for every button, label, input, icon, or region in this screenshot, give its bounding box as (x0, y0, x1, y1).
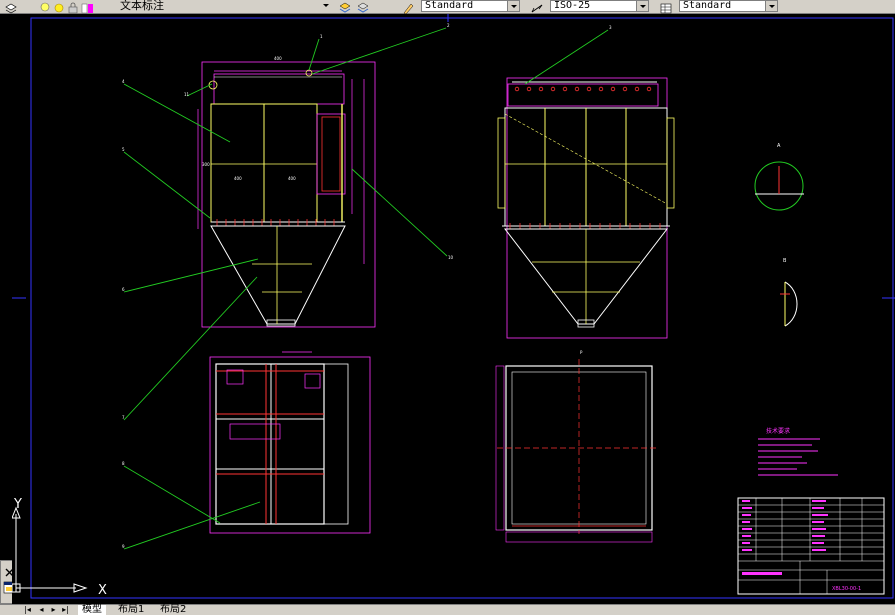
chevron-down-icon[interactable] (507, 1, 519, 11)
model-space[interactable]: 400 400 400 300 P A B 4 5 6 7 8 9 1 2 3 … (12, 14, 895, 604)
front-view: 400 400 400 300 (197, 56, 376, 328)
svg-text:P: P (580, 350, 583, 355)
plan-view-left (209, 351, 371, 534)
svg-text:2: 2 (447, 23, 450, 28)
svg-text:4: 4 (122, 79, 125, 84)
svg-text:9: 9 (122, 544, 125, 549)
lock-icon[interactable] (66, 0, 80, 14)
bulb-icon[interactable] (38, 0, 52, 13)
tab-layout1[interactable]: 布局1 (114, 605, 148, 615)
chevron-down-icon[interactable] (321, 0, 331, 11)
prev-tab-icon[interactable]: ◂ (36, 605, 47, 615)
tab-model[interactable]: 模型 (78, 605, 106, 615)
table-style-value: Standard (683, 0, 732, 11)
svg-text:B: B (783, 258, 787, 264)
detail-b: B (780, 258, 798, 327)
drawing-number: XBL30-00-1 (832, 586, 861, 592)
dim-style-select[interactable]: ISO-25 (550, 0, 649, 12)
dim-style-icon[interactable] (530, 0, 544, 13)
chevron-down-icon[interactable] (765, 1, 777, 11)
table-style-select[interactable]: Standard (679, 0, 778, 12)
layers-previous-icon[interactable] (356, 0, 370, 13)
notes-title: 技术要求 (766, 427, 790, 435)
layer-name-text: 文本标注 (120, 0, 164, 12)
title-block: XBL30-00-1 (737, 497, 885, 595)
text-style-value: Standard (425, 0, 474, 11)
svg-text:3: 3 (609, 25, 612, 30)
layers-icon[interactable] (4, 0, 18, 14)
color-icon[interactable] (80, 0, 94, 14)
svg-text:6: 6 (122, 287, 125, 292)
svg-text:400: 400 (288, 176, 296, 181)
layer-name-combo[interactable]: 文本标注 (96, 0, 333, 12)
tab-layout2[interactable]: 布局2 (156, 605, 190, 615)
svg-text:10: 10 (448, 255, 454, 260)
layout-tab-bar: |◂ ◂ ▸ ▸| 模型 布局1 布局2 (0, 604, 895, 615)
sun-icon[interactable] (52, 0, 66, 13)
ucs-icon (12, 506, 88, 593)
svg-text:8: 8 (122, 461, 125, 466)
svg-text:400: 400 (234, 176, 242, 181)
chevron-down-icon[interactable] (636, 1, 648, 11)
ucs-y-label: Y (13, 497, 22, 512)
detail-a: A (754, 143, 804, 211)
svg-text:400: 400 (274, 56, 282, 61)
last-tab-icon[interactable]: ▸| (60, 605, 71, 615)
svg-text:1: 1 (320, 34, 323, 39)
first-tab-icon[interactable]: |◂ (22, 605, 33, 615)
plan-view-right: P (495, 350, 657, 543)
text-style-select[interactable]: Standard (421, 0, 520, 12)
toolbar: 文本标注 Standard ISO-25 Standard (0, 0, 895, 15)
cad-drawing: 400 400 400 300 P A B 456 789 12 3 1011 … (12, 14, 895, 599)
technical-notes: 技术要求 (758, 427, 838, 476)
svg-text:5: 5 (122, 147, 125, 152)
svg-text:A: A (777, 143, 781, 149)
next-tab-icon[interactable]: ▸ (48, 605, 59, 615)
drawing-border (30, 17, 894, 599)
layer-states-icon[interactable] (338, 0, 352, 13)
svg-text:300: 300 (202, 162, 210, 167)
ucs-x-label: X (98, 583, 107, 598)
side-view (497, 77, 675, 339)
dim-style-value: ISO-25 (554, 0, 591, 11)
table-style-icon[interactable] (659, 0, 673, 14)
svg-text:11: 11 (184, 92, 190, 97)
text-style-icon[interactable] (401, 0, 415, 15)
